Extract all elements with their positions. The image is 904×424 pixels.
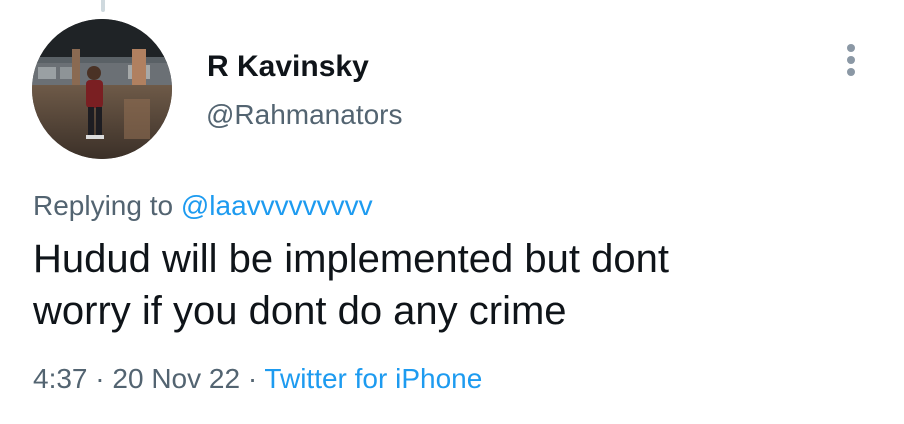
reply-target-link[interactable]: @laavvvvvvvvv: [181, 190, 373, 221]
tweet-time[interactable]: 4:37: [33, 363, 88, 394]
more-vertical-icon-dot: [847, 68, 855, 76]
avatar[interactable]: [32, 19, 172, 159]
meta-separator: ·: [95, 363, 105, 394]
author-handle[interactable]: @Rahmanators: [206, 98, 403, 132]
tweet-text-line-1: Hudud will be implemented but dont: [33, 237, 669, 281]
meta-separator: ·: [247, 363, 258, 394]
tweet-source-link[interactable]: Twitter for iPhone: [264, 363, 482, 394]
author-display-name[interactable]: R Kavinsky: [207, 50, 369, 84]
more-options-button[interactable]: [836, 40, 866, 80]
tweet-meta: 4:37 · 20 Nov 22 · Twitter for iPhone: [33, 362, 482, 396]
profile-photo-icon: [32, 19, 172, 159]
tweet-date[interactable]: 20 Nov 22: [112, 363, 240, 394]
replying-to: Replying to @laavvvvvvvvv: [33, 189, 373, 223]
thread-connector-line: [101, 0, 105, 12]
more-vertical-icon-dot: [847, 56, 855, 64]
replying-to-label: Replying to: [33, 190, 174, 221]
more-vertical-icon: [847, 44, 855, 52]
tweet-text-line-2: worry if you dont do any crime: [33, 289, 567, 333]
tweet-text: Hudud will be implemented but dont worry…: [33, 233, 883, 337]
